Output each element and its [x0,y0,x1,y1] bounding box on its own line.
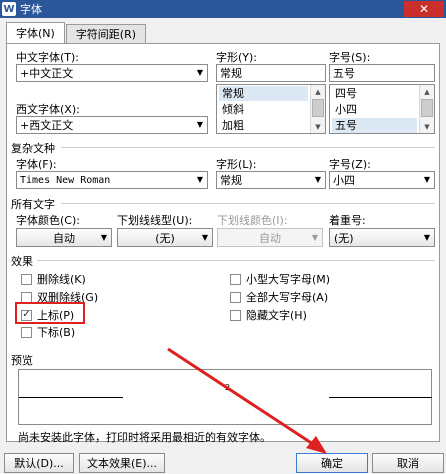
arrow-head-icon [306,436,327,454]
annotation-arrow [167,347,327,454]
arrow-shaft [167,347,320,450]
